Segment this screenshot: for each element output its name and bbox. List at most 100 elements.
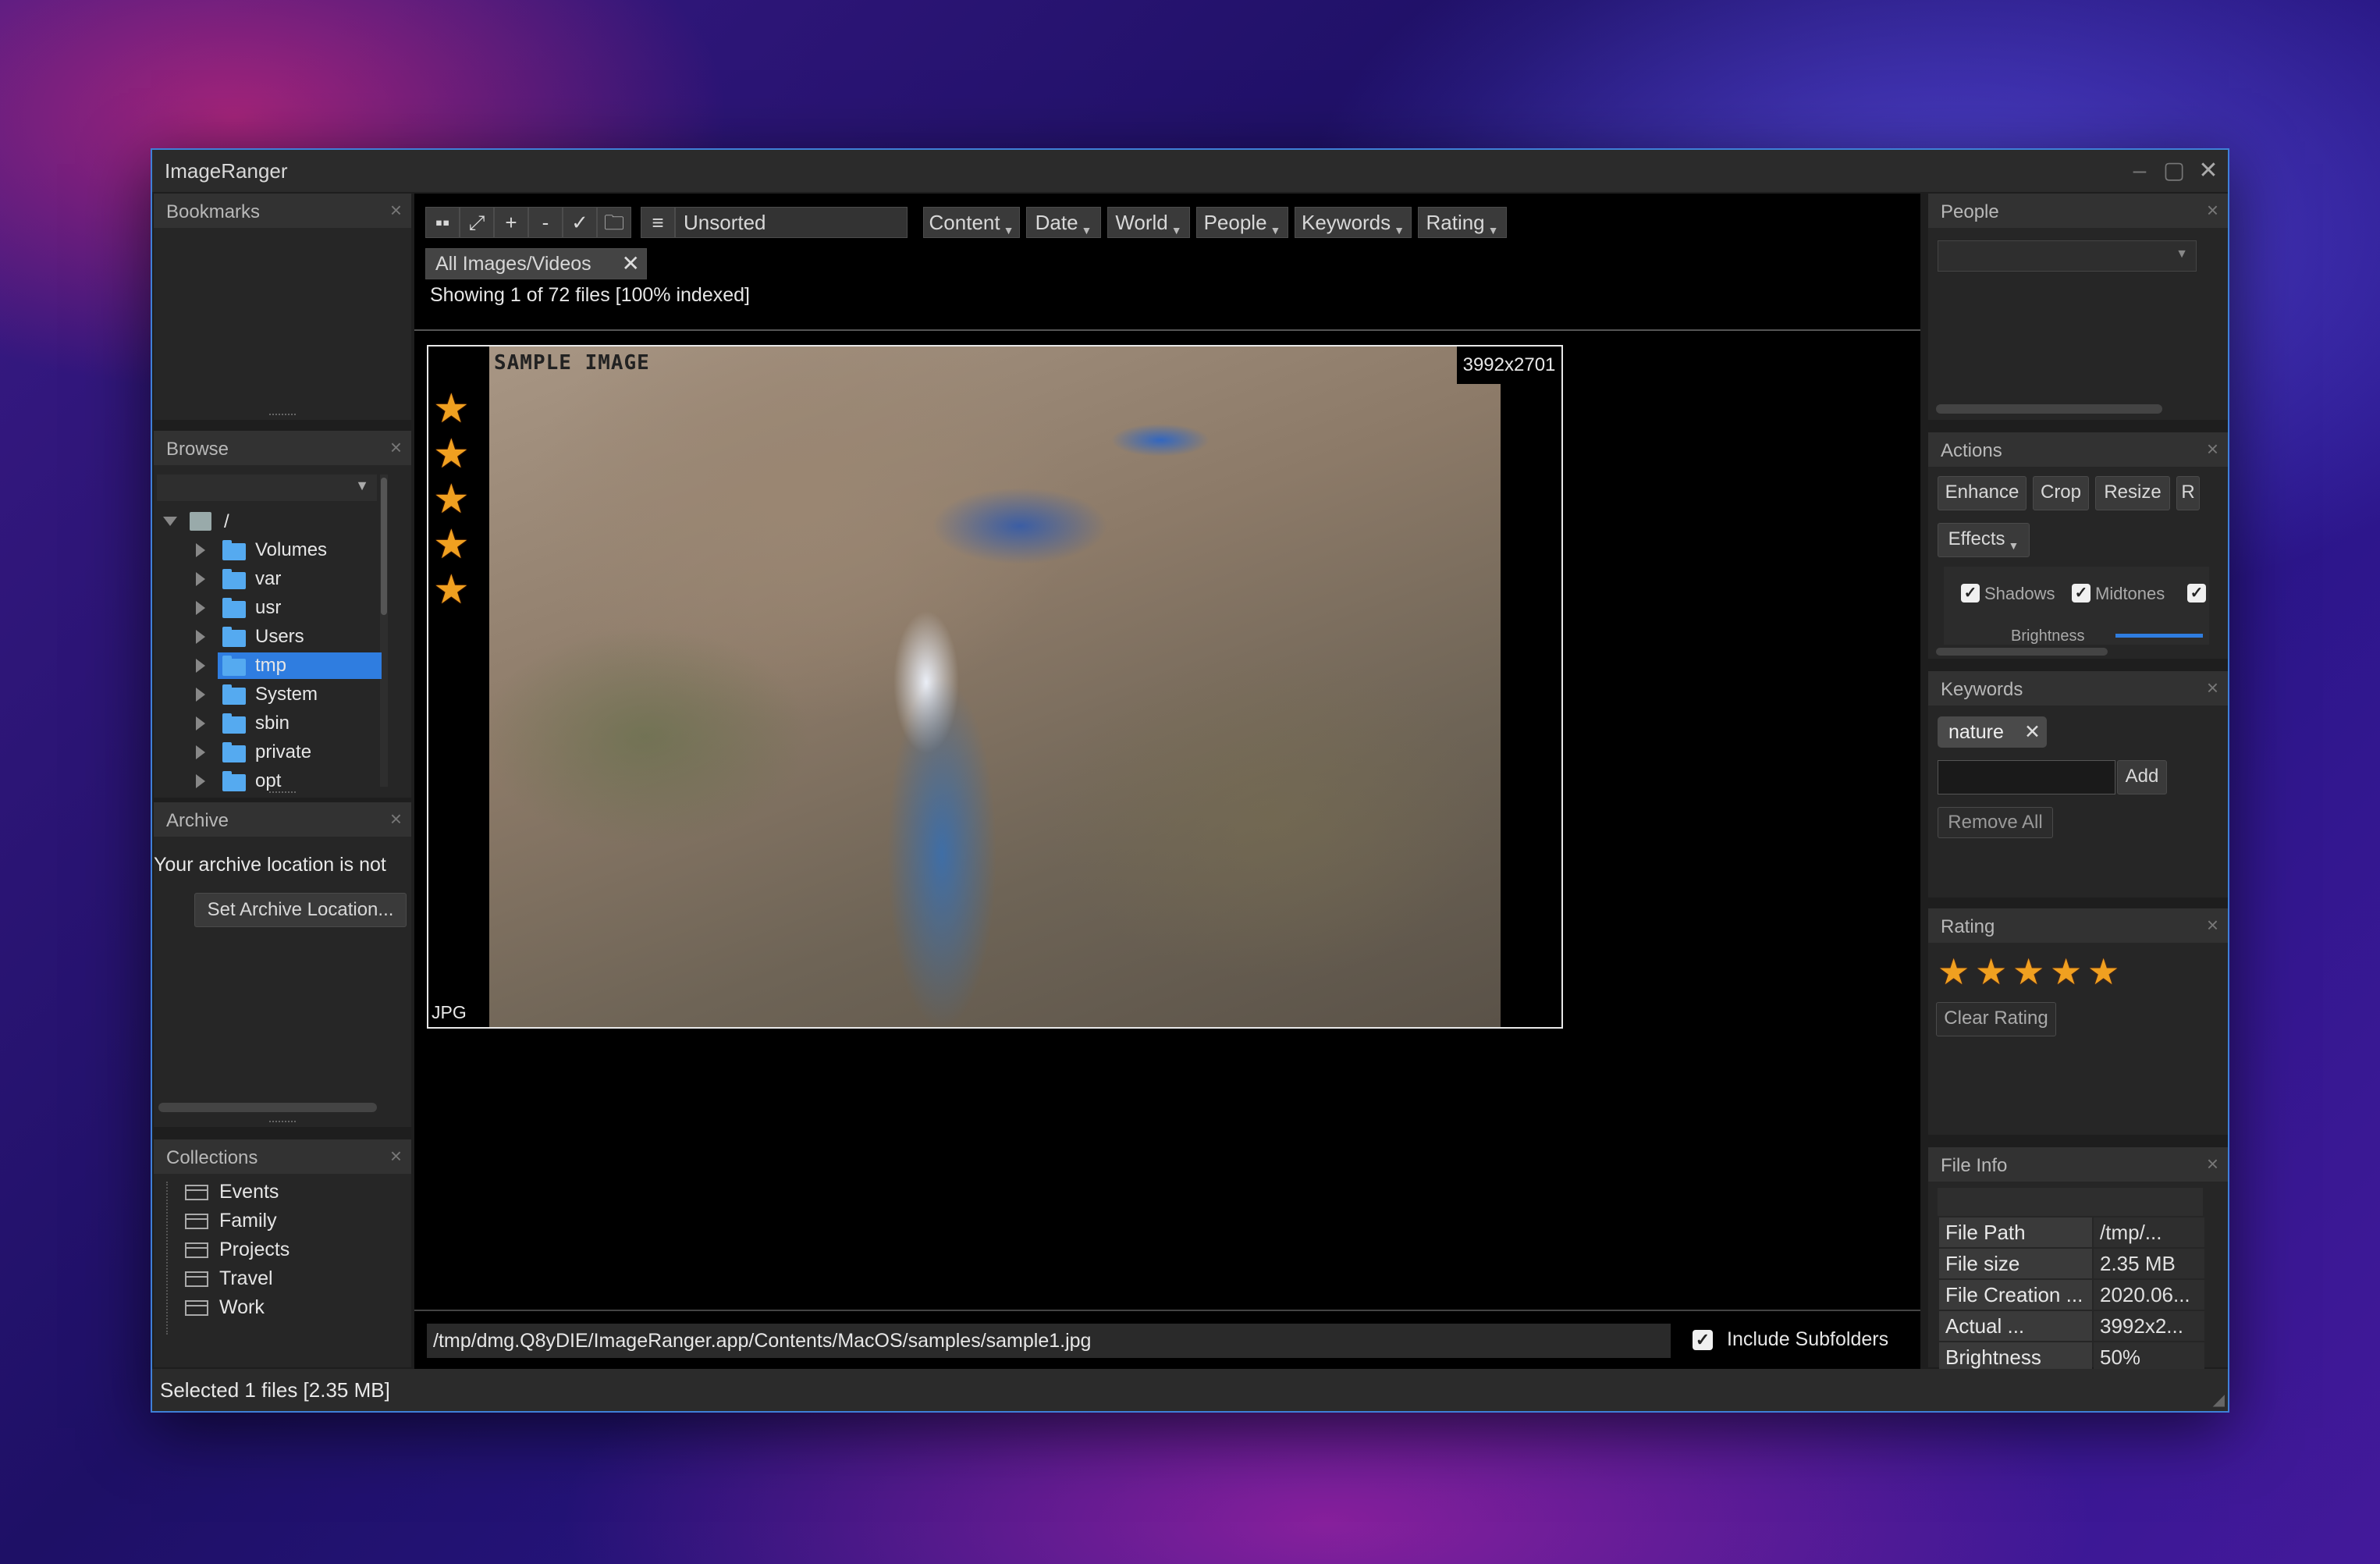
resize-handle-icon[interactable]: ◢ xyxy=(2213,1390,2225,1409)
midtones-checkbox[interactable]: ✓ xyxy=(2072,584,2090,602)
browse-location-dropdown[interactable]: ▼ xyxy=(157,475,377,501)
star-icon[interactable]: ★ xyxy=(433,478,470,521)
collection-item-projects[interactable]: Projects xyxy=(219,1236,290,1263)
folder-icon[interactable]: 🗀 xyxy=(597,207,631,238)
rating-panel: Rating × ★ ★ ★ ★ ★ Clear Rating xyxy=(1928,908,2228,1135)
expand-icon[interactable] xyxy=(196,774,205,788)
close-icon[interactable]: × xyxy=(390,435,402,460)
grid-view-icon[interactable]: ▪▪ xyxy=(425,207,460,238)
tree-root-label[interactable]: / xyxy=(224,509,229,535)
shadows-checkbox[interactable]: ✓ xyxy=(1961,584,1980,602)
path-field[interactable]: /tmp/dmg.Q8yDIE/ImageRanger.app/Contents… xyxy=(427,1324,1671,1358)
tree-item-sbin[interactable]: sbin xyxy=(255,710,290,737)
scrollbar[interactable] xyxy=(1936,648,2108,656)
tree-item-users[interactable]: Users xyxy=(255,624,304,650)
star-icon[interactable]: ★ xyxy=(1975,952,2007,991)
include-subfolders-checkbox[interactable]: ✓ xyxy=(1693,1330,1713,1350)
close-icon[interactable]: × xyxy=(2207,913,2218,937)
expand-icon[interactable] xyxy=(196,688,205,702)
fileinfo-filter[interactable] xyxy=(1938,1188,2203,1216)
filter-content-dropdown[interactable]: Content ▼ xyxy=(923,207,1020,238)
expand-icon[interactable] xyxy=(196,716,205,730)
zoom-in-icon[interactable]: + xyxy=(494,207,528,238)
brightness-slider[interactable] xyxy=(2115,634,2203,638)
collection-icon xyxy=(185,1242,208,1258)
star-icon[interactable]: ★ xyxy=(1938,952,1970,991)
filter-rating-dropdown[interactable]: Rating ▼ xyxy=(1418,207,1507,238)
resize-grip[interactable] xyxy=(269,791,296,798)
expand-icon[interactable] xyxy=(196,572,205,586)
remove-all-button[interactable]: Remove All xyxy=(1938,807,2053,838)
chevron-down-icon: ▼ xyxy=(355,478,369,493)
tree-item-private[interactable]: private xyxy=(255,739,311,766)
clear-rating-button[interactable]: Clear Rating xyxy=(1936,1002,2056,1036)
scrollbar[interactable] xyxy=(1936,404,2162,414)
highlights-checkbox[interactable]: ✓ xyxy=(2187,584,2206,602)
filter-tag[interactable]: All Images/Videos ✕ xyxy=(425,248,647,279)
action-r-button[interactable]: R xyxy=(2176,476,2200,510)
bookmarks-title: Bookmarks xyxy=(166,201,261,222)
app-window: ImageRanger – ▢ ✕ Bookmarks × Browse × ▼… xyxy=(151,148,2229,1413)
star-icon[interactable]: ★ xyxy=(433,387,470,431)
close-icon[interactable]: ✕ xyxy=(2192,155,2225,187)
thumbnail-card[interactable]: SAMPLE IMAGE 3992x2701 JPG ★ ★ ★ ★ ★ xyxy=(427,345,1563,1029)
tree-item-volumes[interactable]: Volumes xyxy=(255,537,327,563)
sort-icon[interactable]: ≡ xyxy=(641,207,675,238)
minimize-icon[interactable]: – xyxy=(2123,155,2156,187)
expand-icon[interactable] xyxy=(196,543,205,557)
star-icon[interactable]: ★ xyxy=(2050,952,2082,991)
maximize-icon[interactable]: ▢ xyxy=(2158,155,2190,187)
filter-date-dropdown[interactable]: Date ▼ xyxy=(1026,207,1101,238)
collection-item-travel[interactable]: Travel xyxy=(219,1265,273,1292)
expand-icon[interactable] xyxy=(196,601,205,615)
action-enhance-button[interactable]: Enhance xyxy=(1938,476,2027,510)
scrollbar[interactable] xyxy=(158,1103,377,1112)
set-archive-location-button[interactable]: Set Archive Location... xyxy=(194,893,407,927)
collection-item-events[interactable]: Events xyxy=(219,1178,279,1205)
resize-grip[interactable] xyxy=(269,414,296,420)
tree-item-tmp[interactable]: tmp xyxy=(255,652,286,679)
close-icon[interactable]: × xyxy=(390,198,402,222)
expand-icon[interactable] xyxy=(163,517,177,526)
close-icon[interactable]: × xyxy=(2207,1152,2218,1176)
tree-item-system[interactable]: System xyxy=(255,681,318,708)
star-icon[interactable]: ★ xyxy=(433,523,470,567)
action-resize-button[interactable]: Resize xyxy=(2095,476,2170,510)
archive-title: Archive xyxy=(166,810,229,831)
people-dropdown[interactable]: ▼ xyxy=(1938,240,2197,272)
close-icon[interactable]: × xyxy=(390,807,402,831)
effects-dropdown[interactable]: Effects ▼ xyxy=(1938,523,2030,557)
expand-icon[interactable] xyxy=(196,659,205,673)
star-icon[interactable]: ★ xyxy=(433,568,470,612)
star-icon[interactable]: ★ xyxy=(2087,952,2119,991)
sort-dropdown[interactable]: Unsorted xyxy=(675,207,908,238)
keyword-input[interactable] xyxy=(1938,760,2115,794)
tree-item-opt[interactable]: opt xyxy=(255,768,281,794)
expand-icon[interactable] xyxy=(196,745,205,759)
title-bar[interactable]: ImageRanger – ▢ ✕ xyxy=(152,150,2228,192)
star-icon[interactable]: ★ xyxy=(2012,952,2044,991)
close-icon[interactable]: ✕ xyxy=(622,249,640,279)
tree-item-usr[interactable]: usr xyxy=(255,595,281,621)
fit-icon[interactable]: ⤢ xyxy=(460,207,494,238)
collection-item-family[interactable]: Family xyxy=(219,1207,277,1234)
add-keyword-button[interactable]: Add xyxy=(2117,760,2167,794)
filter-keywords-dropdown[interactable]: Keywords ▼ xyxy=(1295,207,1412,238)
check-icon[interactable]: ✓ xyxy=(563,207,597,238)
tree-item-var[interactable]: var xyxy=(255,566,281,592)
close-icon[interactable]: × xyxy=(2207,437,2218,461)
resize-grip[interactable] xyxy=(269,1121,296,1127)
keyword-tag[interactable]: nature ✕ xyxy=(1938,716,2047,748)
scrollbar[interactable] xyxy=(380,475,388,787)
close-icon[interactable]: × xyxy=(390,1144,402,1168)
close-icon[interactable]: ✕ xyxy=(2024,716,2041,748)
zoom-out-icon[interactable]: - xyxy=(528,207,563,238)
collection-item-work[interactable]: Work xyxy=(219,1294,265,1321)
action-crop-button[interactable]: Crop xyxy=(2033,476,2089,510)
close-icon[interactable]: × xyxy=(2207,676,2218,700)
star-icon[interactable]: ★ xyxy=(433,432,470,476)
filter-world-dropdown[interactable]: World ▼ xyxy=(1107,207,1190,238)
close-icon[interactable]: × xyxy=(2207,198,2218,222)
filter-people-dropdown[interactable]: People ▼ xyxy=(1196,207,1288,238)
expand-icon[interactable] xyxy=(196,630,205,644)
